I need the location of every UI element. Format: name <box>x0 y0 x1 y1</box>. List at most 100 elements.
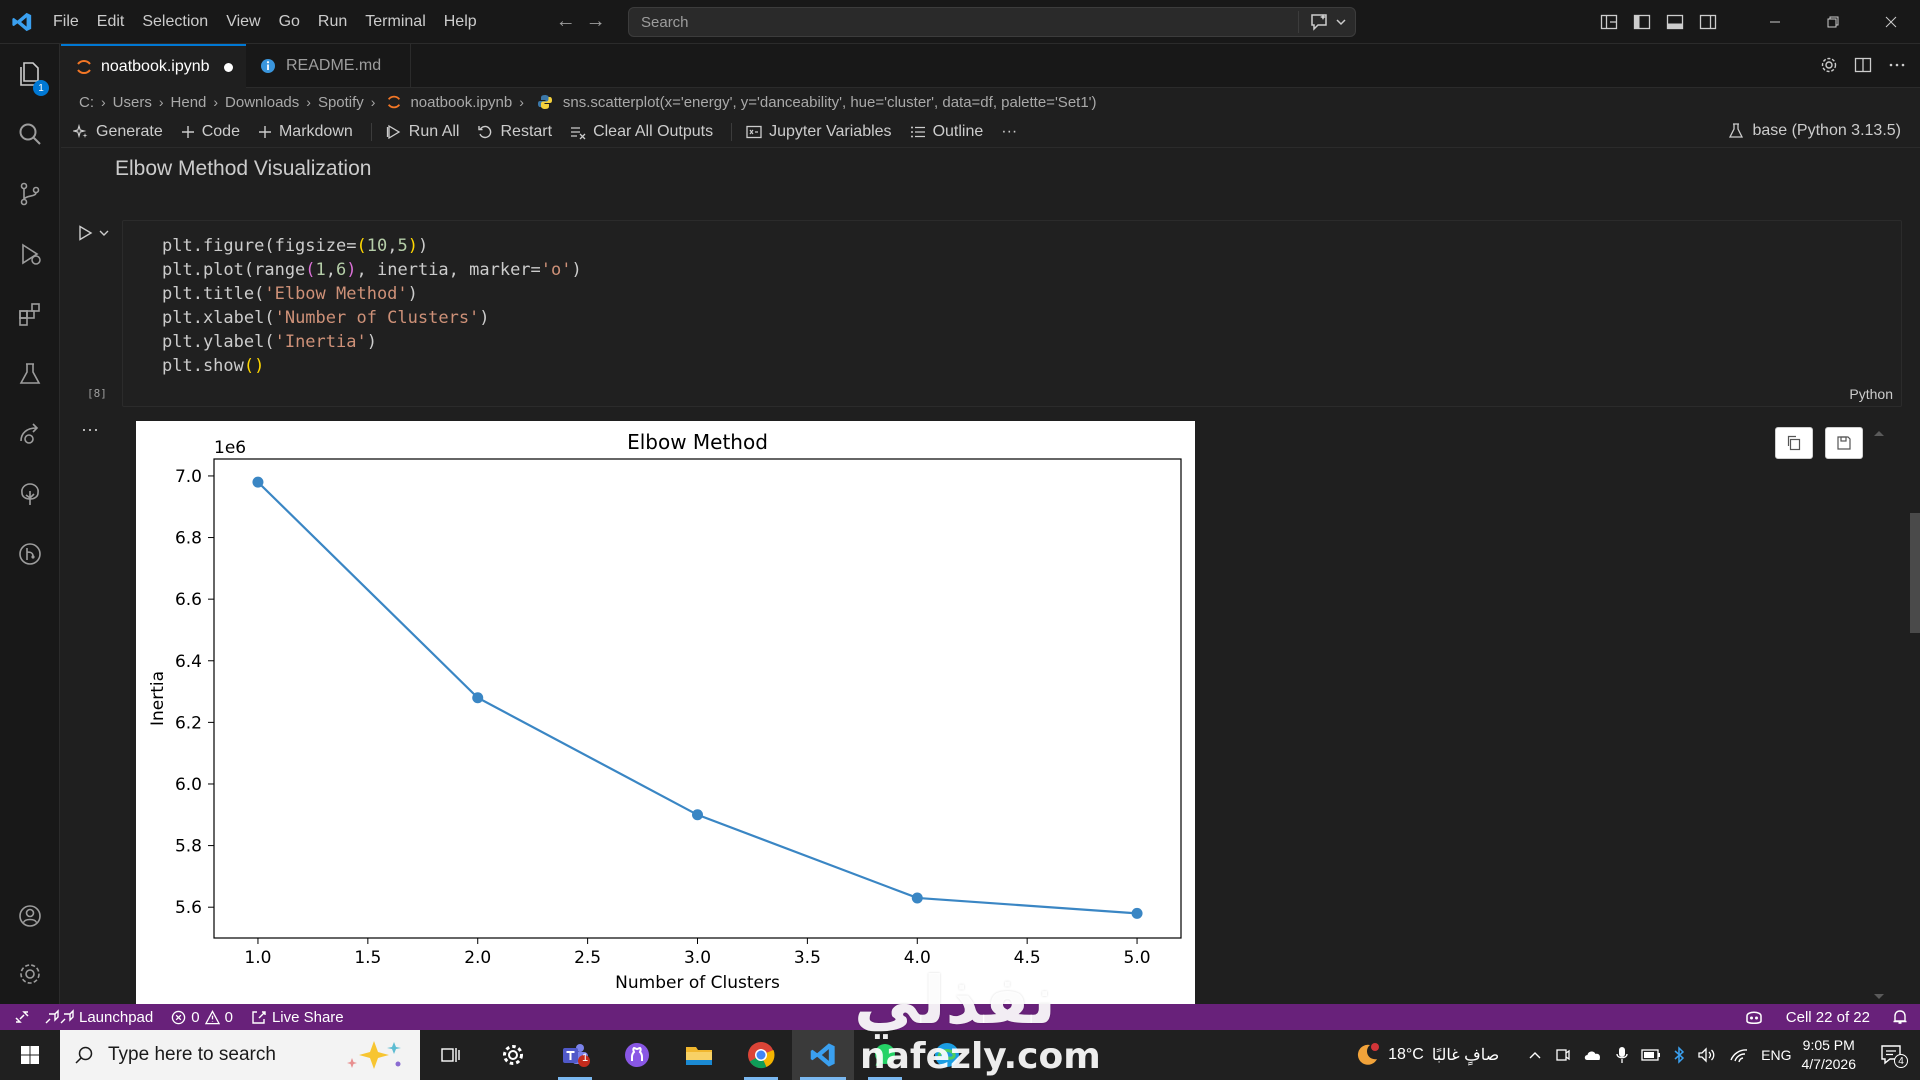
remote-indicator-button[interactable] <box>0 1004 44 1030</box>
clear-all-outputs-button[interactable]: Clear All Outputs <box>570 123 713 141</box>
taskbar-search[interactable]: Type here to search <box>60 1030 420 1080</box>
breadcrumb-item[interactable]: C: <box>79 94 94 111</box>
code-cell[interactable]: [8] plt.figure(figsize=(10,5)) plt.plot(… <box>67 220 1902 407</box>
menu-selection[interactable]: Selection <box>133 13 217 31</box>
menu-terminal[interactable]: Terminal <box>356 13 434 31</box>
tree-icon[interactable] <box>0 470 60 518</box>
command-center-search[interactable]: Search <box>628 7 1356 37</box>
battery-icon[interactable] <box>1641 1048 1661 1062</box>
start-button[interactable] <box>0 1045 60 1065</box>
github-desktop-button[interactable] <box>606 1030 668 1080</box>
customize-layout-icon[interactable] <box>1592 13 1625 31</box>
remote-explorer-icon[interactable] <box>0 410 60 458</box>
breadcrumb-item[interactable]: Hend <box>171 94 207 111</box>
source-control-icon[interactable] <box>0 170 60 218</box>
taskbar-search-placeholder: Type here to search <box>108 1044 276 1065</box>
tab-notebook[interactable]: noatbook.ipynb <box>61 44 246 88</box>
clock[interactable]: 9:05 PM 4/7/2026 <box>1802 1036 1857 1074</box>
bluetooth-icon[interactable] <box>1673 1046 1685 1064</box>
chevron-down-icon[interactable] <box>1335 16 1347 28</box>
github-icon[interactable] <box>0 530 60 578</box>
task-view-button[interactable] <box>420 1030 482 1080</box>
generate-button[interactable]: Generate <box>73 123 163 141</box>
weather-widget[interactable]: 18°C صافٍ غالبًا <box>1354 1042 1499 1068</box>
explorer-icon[interactable]: 1 <box>0 50 60 98</box>
microphone-icon[interactable] <box>1615 1046 1629 1064</box>
teams-app-button[interactable]: 1 <box>544 1030 606 1080</box>
manage-gear-icon[interactable] <box>0 950 60 998</box>
toggle-panel-icon[interactable] <box>1658 13 1691 31</box>
breadcrumb-item[interactable]: Users <box>113 94 152 111</box>
close-icon[interactable] <box>1862 16 1920 28</box>
kernel-picker[interactable]: base (Python 3.13.5) <box>1728 122 1901 140</box>
add-markdown-button[interactable]: Markdown <box>258 123 353 141</box>
notifications-bell-icon[interactable] <box>1892 1009 1908 1025</box>
file-explorer-button[interactable] <box>668 1030 730 1080</box>
back-arrow-icon[interactable]: ← <box>556 10 576 33</box>
save-output-button[interactable] <box>1825 427 1863 459</box>
menu-view[interactable]: View <box>217 13 269 31</box>
show-hidden-icons-chevron[interactable] <box>1527 1047 1543 1063</box>
settings-app-button[interactable] <box>482 1030 544 1080</box>
run-all-button[interactable]: Run All <box>386 123 459 141</box>
problems-button[interactable]: 0 0 <box>171 1009 233 1026</box>
input-language[interactable]: ENG <box>1761 1047 1791 1063</box>
run-debug-icon[interactable] <box>0 230 60 278</box>
onedrive-icon[interactable] <box>1583 1047 1603 1063</box>
scrollbar-thumb[interactable] <box>1910 513 1920 633</box>
live-share-button[interactable]: Live Share <box>251 1009 344 1026</box>
code-editor[interactable]: plt.figure(figsize=(10,5)) plt.plot(rang… <box>122 220 1902 407</box>
whatsapp-app-button[interactable] <box>854 1030 916 1080</box>
menu-file[interactable]: File <box>44 13 88 31</box>
add-code-button[interactable]: Code <box>181 123 240 141</box>
breadcrumb-item[interactable]: sns.scatterplot(x='energy', y='danceabil… <box>563 94 1097 111</box>
clock-date: 4/7/2026 <box>1801 1056 1857 1072</box>
more-actions-icon[interactable] <box>1888 56 1906 74</box>
menu-help[interactable]: Help <box>435 13 486 31</box>
tab-readme[interactable]: README.md <box>246 44 411 88</box>
wifi-icon[interactable] <box>1729 1047 1749 1063</box>
meet-now-icon[interactable] <box>1555 1047 1571 1063</box>
scroll-up-icon[interactable] <box>1873 429 1885 437</box>
restart-icon <box>478 125 492 139</box>
menu-go[interactable]: Go <box>270 13 309 31</box>
breadcrumb-item[interactable]: Spotify <box>318 94 364 111</box>
restart-button[interactable]: Restart <box>477 123 552 141</box>
menu-run[interactable]: Run <box>309 13 356 31</box>
run-cell-icon[interactable] <box>76 224 94 242</box>
cell-position[interactable]: Cell 22 of 22 <box>1786 1009 1870 1026</box>
breadcrumb-item[interactable]: Downloads <box>225 94 299 111</box>
outline-button[interactable]: Outline <box>910 123 983 141</box>
output-more-button[interactable]: ··· <box>81 419 99 440</box>
edge-app-button[interactable] <box>916 1030 978 1080</box>
search-icon[interactable] <box>0 110 60 158</box>
unsaved-dot-icon[interactable] <box>223 62 233 72</box>
notification-center-button[interactable]: 4 <box>1880 1044 1908 1068</box>
restore-icon[interactable] <box>1804 16 1862 28</box>
settings-gear-icon[interactable] <box>1820 56 1838 74</box>
menu-edit[interactable]: Edit <box>88 13 134 31</box>
breadcrumb-item[interactable]: noatbook.ipynb <box>410 94 512 111</box>
chevron-down-icon[interactable] <box>98 227 110 239</box>
testing-icon[interactable] <box>0 350 60 398</box>
copilot-status-icon[interactable] <box>1744 1008 1764 1026</box>
launchpad-button[interactable]: Launchpad <box>44 1009 153 1026</box>
account-icon[interactable] <box>0 892 60 940</box>
code-text[interactable]: plt.figure(figsize=(10,5)) plt.plot(rang… <box>162 234 582 378</box>
scroll-down-icon[interactable] <box>1873 993 1885 1001</box>
chrome-button[interactable] <box>730 1030 792 1080</box>
volume-icon[interactable] <box>1697 1047 1717 1063</box>
toggle-primary-sidebar-icon[interactable] <box>1625 13 1658 31</box>
activity-bar: 1 <box>0 44 60 1004</box>
split-editor-icon[interactable] <box>1854 56 1872 74</box>
minimize-icon[interactable] <box>1746 16 1804 28</box>
vscode-app-button[interactable] <box>792 1030 854 1080</box>
forward-arrow-icon[interactable]: → <box>586 10 606 33</box>
copilot-chat-button[interactable] <box>1298 11 1347 33</box>
toggle-secondary-sidebar-icon[interactable] <box>1691 13 1724 31</box>
toolbar-more-button[interactable]: ··· <box>1001 123 1017 141</box>
copy-output-button[interactable] <box>1775 427 1813 459</box>
jupyter-variables-button[interactable]: Jupyter Variables <box>746 123 892 141</box>
extensions-icon[interactable] <box>0 290 60 338</box>
cell-language-label[interactable]: Python <box>1849 386 1893 402</box>
